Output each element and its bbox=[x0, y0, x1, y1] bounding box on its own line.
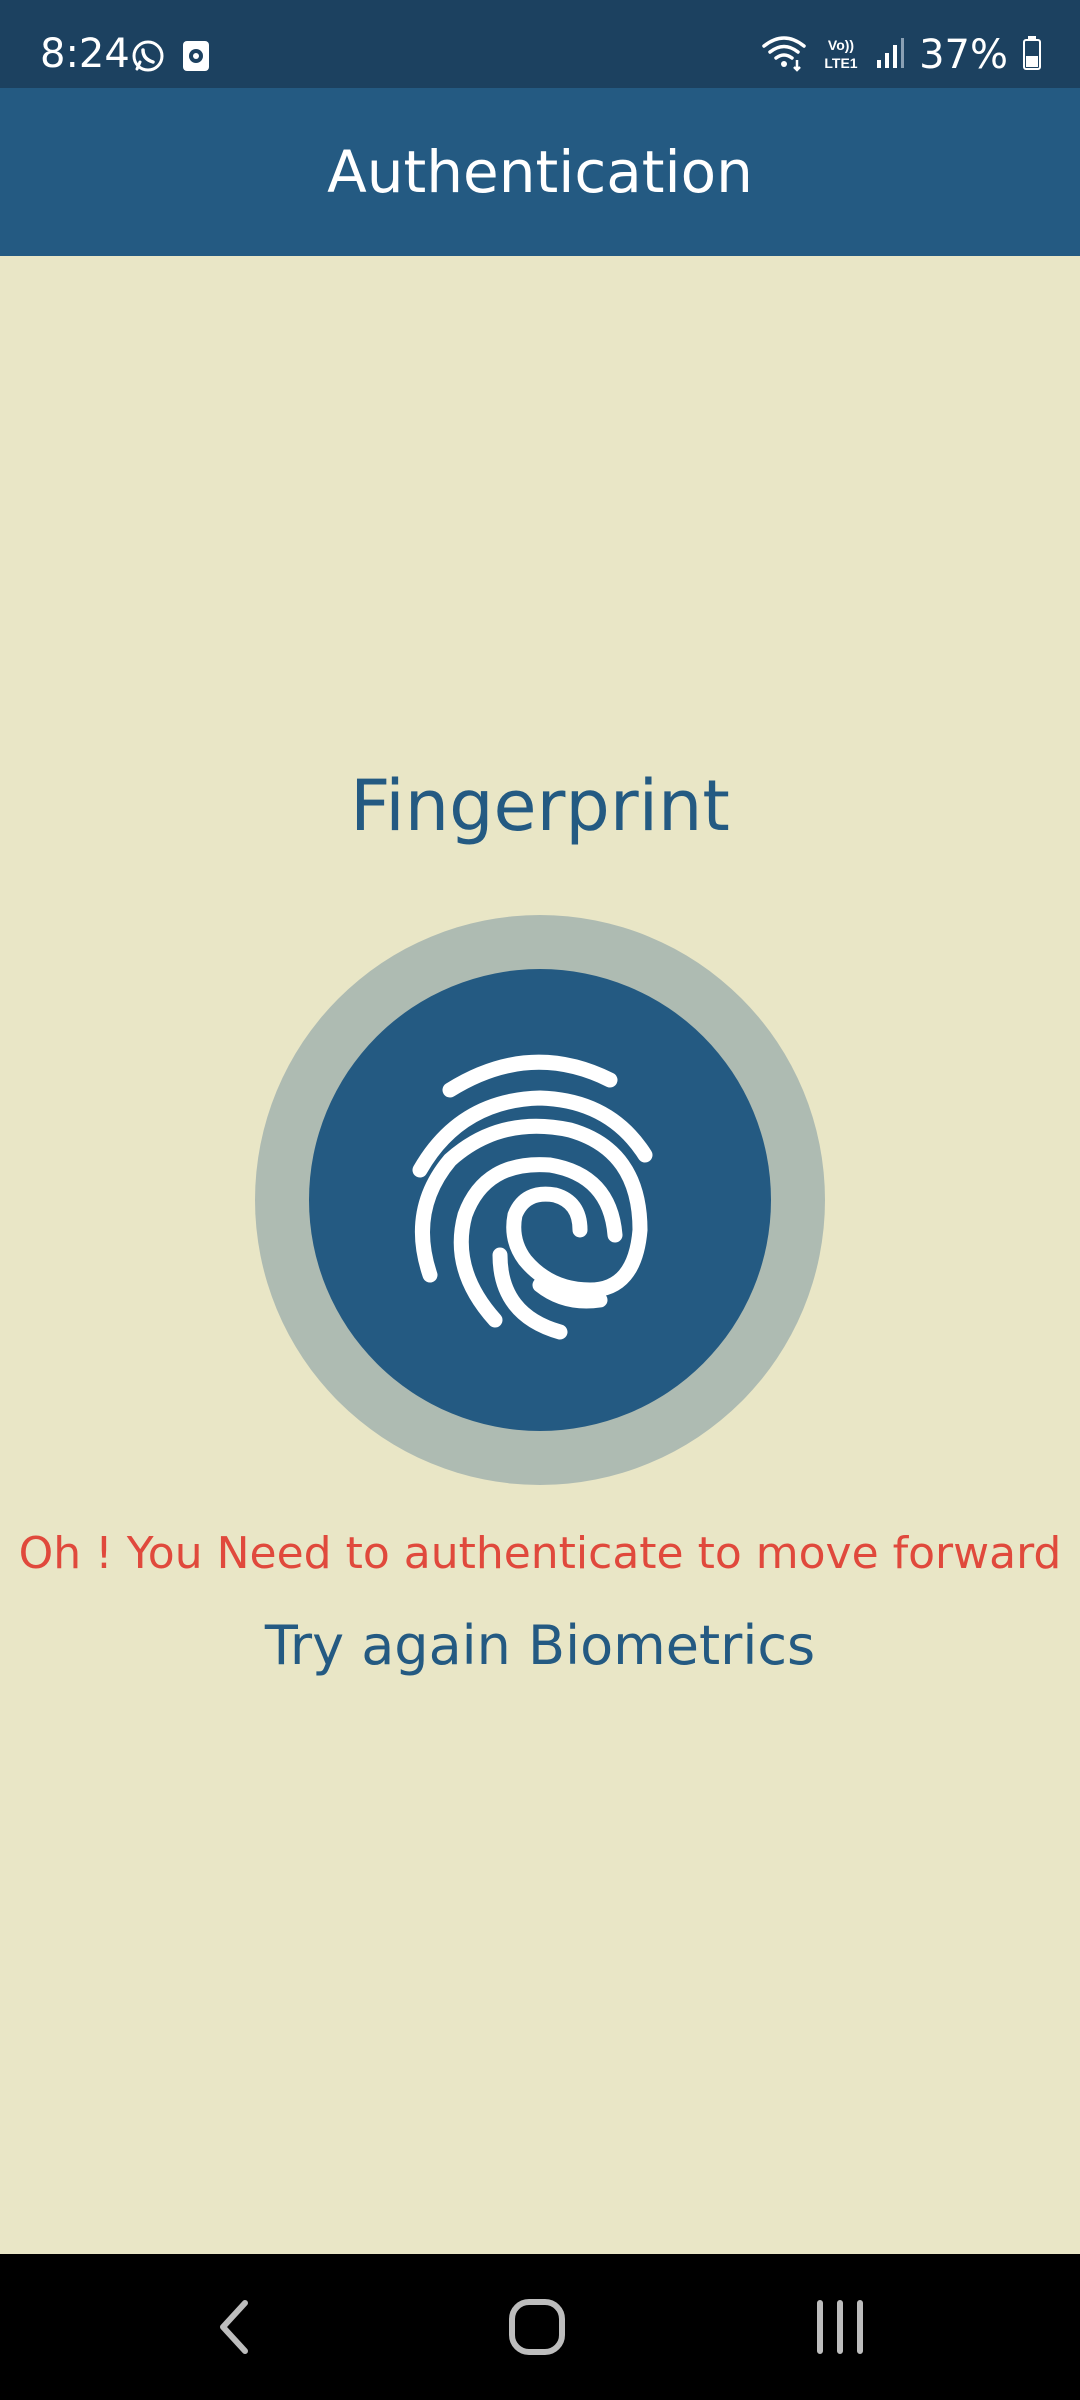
navigation-bar bbox=[0, 2254, 1080, 2400]
page-title: Authentication bbox=[327, 138, 753, 206]
status-right: Vo)) LTE1 37% bbox=[761, 34, 1042, 76]
status-bar: 8:24 Vo)) LTE1 37% bbox=[0, 0, 1080, 88]
whatsapp-icon bbox=[130, 38, 166, 78]
fingerprint-inner-circle bbox=[309, 969, 771, 1431]
recents-icon bbox=[817, 2300, 863, 2354]
home-icon bbox=[509, 2299, 565, 2355]
home-button[interactable] bbox=[497, 2292, 577, 2362]
error-message: Oh ! You Need to authenticate to move fo… bbox=[18, 1528, 1062, 1579]
fingerprint-icon bbox=[412, 1054, 653, 1340]
wifi-icon bbox=[761, 34, 807, 76]
status-left-icons bbox=[130, 38, 212, 78]
back-icon bbox=[220, 2300, 248, 2354]
svg-text:Vo)): Vo)) bbox=[828, 37, 854, 53]
signal-icon bbox=[875, 36, 905, 74]
volte-icon: Vo)) LTE1 bbox=[821, 34, 861, 76]
fingerprint-button[interactable] bbox=[255, 915, 825, 1485]
battery-icon bbox=[1022, 35, 1042, 75]
fingerprint-heading: Fingerprint bbox=[350, 765, 730, 847]
recents-button[interactable] bbox=[800, 2292, 880, 2362]
back-button[interactable] bbox=[195, 2292, 275, 2362]
svg-text:LTE1: LTE1 bbox=[824, 55, 857, 71]
try-again-button[interactable]: Try again Biometrics bbox=[240, 1611, 840, 1681]
status-time: 8:24 bbox=[40, 31, 130, 77]
content: Fingerprint Oh ! You Need to authenticat… bbox=[0, 256, 1080, 2254]
notification-icon bbox=[180, 38, 212, 78]
app-bar: Authentication bbox=[0, 88, 1080, 256]
battery-percent: 37% bbox=[919, 32, 1008, 78]
